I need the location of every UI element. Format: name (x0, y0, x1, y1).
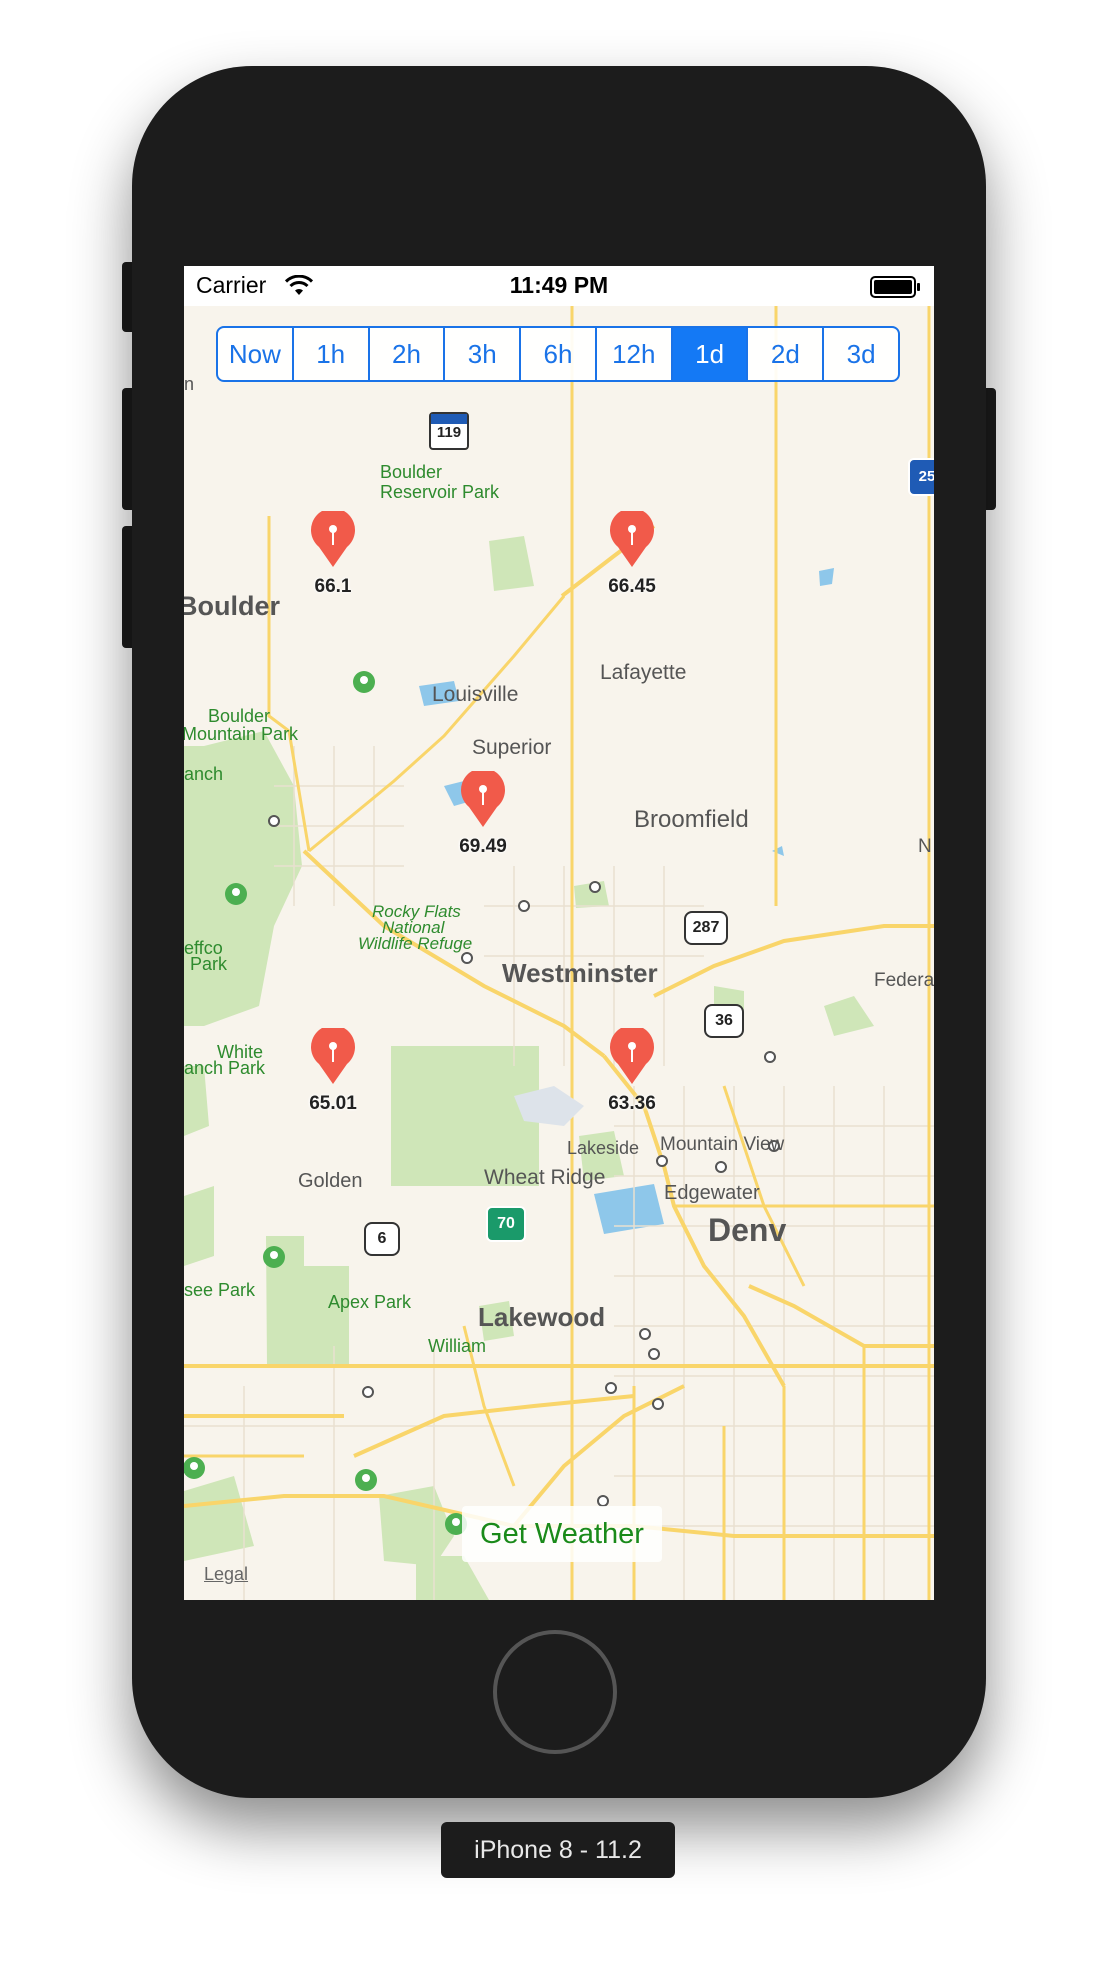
map-label-lakewood: Lakewood (478, 1302, 606, 1332)
map-label-denver: Denv (708, 1212, 787, 1248)
map-label-superior: Superior (472, 736, 552, 759)
map-pin-icon (461, 768, 505, 827)
map-base (184, 306, 934, 1600)
pin-temperature-label: 65.01 (309, 1093, 357, 1114)
map-label-federal: Federa (874, 970, 934, 991)
segment-1d[interactable]: 1d (670, 328, 747, 380)
app-screen: Carrier 11:49 PM 119 25 287 36 70 6 Boul… (184, 266, 934, 1600)
pin-temperature-label: 69.49 (459, 836, 507, 857)
map-label-boulder-mountain-2: Mountain Park (184, 724, 299, 744)
segment-12h[interactable]: 12h (594, 328, 671, 380)
map-label-westminster: Westminster (502, 958, 658, 988)
map-label-edgewater: Edgewater (664, 1182, 760, 1204)
map-pin-icon (610, 1025, 654, 1084)
weather-pin[interactable]: 69.49 (443, 768, 523, 858)
map-label-william: William (428, 1336, 486, 1356)
weather-pin[interactable]: 66.1 (293, 508, 373, 598)
status-time: 11:49 PM (509, 272, 609, 298)
map-label-see-park: see Park (184, 1280, 256, 1300)
segment-3d[interactable]: 3d (822, 328, 898, 380)
highway-shield-us36: 36 (704, 1004, 744, 1038)
segment-2d[interactable]: 2d (746, 328, 822, 380)
highway-shield-i25: 25 (908, 458, 934, 496)
map-label-jeffco-2: Park (190, 954, 228, 974)
segment-2h[interactable]: 2h (367, 328, 444, 380)
map-label-louisville: Louisville (432, 683, 519, 706)
map-label-apex-park: Apex Park (328, 1292, 412, 1312)
map-label-ranch-partial: anch (184, 764, 224, 784)
pin-temperature-label: 63.36 (608, 1093, 656, 1114)
segment-6h[interactable]: 6h (519, 328, 595, 380)
pin-temperature-label: 66.45 (608, 576, 656, 597)
segment-now[interactable]: Now (218, 328, 292, 380)
map-label-lakeside: Lakeside (567, 1138, 640, 1158)
map-label-wheat-ridge: Wheat Ridge (484, 1166, 606, 1189)
map-label-mountain-view: Mountain View (660, 1134, 785, 1155)
map-view[interactable]: 119 25 287 36 70 6 Boulder Boulder Reser… (184, 306, 934, 1600)
highway-shield-co119: 119 (429, 412, 469, 450)
map-label-rocky-flats-3: Wildlife Refuge (358, 934, 473, 953)
map-label-boulder: Boulder (184, 591, 281, 621)
map-pin-icon (311, 1025, 355, 1084)
weather-pin[interactable]: 66.45 (592, 508, 672, 598)
get-weather-button[interactable]: Get Weather (462, 1506, 662, 1562)
highway-shield-us287: 287 (684, 911, 728, 945)
home-button[interactable] (493, 1630, 617, 1754)
status-bar: Carrier 11:49 PM (184, 266, 934, 306)
map-label-partial-N: N (918, 836, 932, 857)
map-pin-icon (311, 508, 355, 567)
map-label-boulder-reservoir-2: Reservoir Park (380, 482, 500, 502)
highway-shield-i70: 70 (486, 1206, 526, 1242)
legal-link[interactable]: Legal (204, 1564, 248, 1585)
pin-temperature-label: 66.1 (314, 576, 352, 597)
map-label-white-ranch-2: anch Park (184, 1058, 266, 1078)
map-label-golden: Golden (298, 1170, 363, 1192)
device-label: iPhone 8 - 11.2 (441, 1822, 675, 1878)
weather-pin[interactable]: 63.36 (592, 1025, 672, 1115)
highway-shield-us6: 6 (364, 1222, 400, 1256)
map-label-broomfield: Broomfield (634, 806, 749, 833)
map-label-lafayette: Lafayette (600, 661, 687, 684)
map-pin-icon (610, 508, 654, 567)
time-range-selector: Now 1h 2h 3h 6h 12h 1d 2d 3d (216, 326, 900, 382)
battery-icon (870, 276, 920, 298)
segment-3h[interactable]: 3h (443, 328, 519, 380)
weather-pin[interactable]: 65.01 (293, 1025, 373, 1115)
map-label-boulder-reservoir-1: Boulder (380, 462, 443, 482)
map-label-partial-n: n (184, 374, 195, 394)
segment-1h[interactable]: 1h (291, 328, 368, 380)
